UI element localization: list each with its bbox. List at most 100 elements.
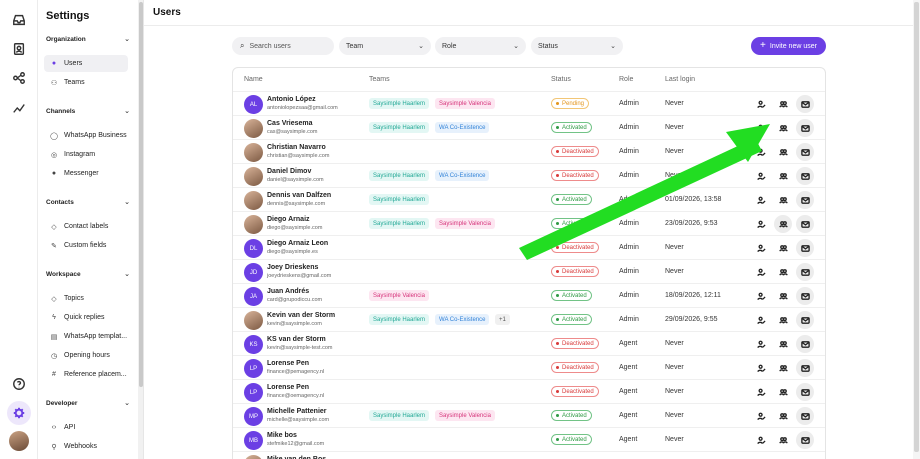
manage-teams-button[interactable] [774, 191, 792, 209]
edit-user-button[interactable] [752, 431, 770, 449]
sidebar-item-opening-hours[interactable]: ◷ Opening hours [44, 347, 128, 364]
sidebar-item-teams[interactable]: ⚇ Teams [44, 74, 128, 91]
table-row[interactable]: LP Lorense Pen finance@oemagency.nl Deactiv… [233, 379, 825, 403]
table-row[interactable]: JA Juan Andrés card@grupodiccu.com Saysimpl… [233, 283, 825, 307]
section-channels[interactable]: Channels ⌄ [46, 107, 130, 116]
edit-user-button[interactable] [752, 119, 770, 137]
email-user-button[interactable] [796, 167, 814, 185]
manage-teams-button[interactable] [774, 431, 792, 449]
help-icon[interactable] [11, 376, 27, 392]
sidebar-item-whatsapp-templates[interactable]: ▤ WhatsApp templat... [44, 328, 128, 345]
manage-teams-button[interactable] [774, 359, 792, 377]
table-row[interactable]: KS KS van der Storm kevin@saysimple-test.c… [233, 331, 825, 355]
role-filter-dropdown[interactable]: Role ⌄ [435, 37, 526, 55]
section-contacts[interactable]: Contacts ⌄ [46, 198, 130, 207]
table-row[interactable]: Daniel Dimov daniel@saysimple.com Saysimpl… [233, 163, 825, 187]
edit-user-button[interactable] [752, 383, 770, 401]
edit-user-button[interactable] [752, 359, 770, 377]
contacts-icon[interactable] [11, 41, 27, 57]
manage-teams-button[interactable] [774, 215, 792, 233]
table-row[interactable]: DL Diego Arnaiz Leon diego@saysimple.es Dea… [233, 235, 825, 259]
table-row[interactable]: Diego Arnaiz diego@saysimple.com Saysimple… [233, 211, 825, 235]
team-filter-dropdown[interactable]: Team ⌄ [339, 37, 431, 55]
manage-teams-button[interactable] [774, 383, 792, 401]
table-row[interactable]: Mike van den Bos [233, 451, 825, 459]
email-user-button[interactable] [796, 407, 814, 425]
edit-user-button[interactable] [752, 143, 770, 161]
invite-user-button[interactable]: + Invite new user [751, 37, 826, 55]
table-row[interactable]: JD Joey Drieskens joeydrieskens@gmail.com D… [233, 259, 825, 283]
section-developer[interactable]: Developer ⌄ [46, 399, 130, 408]
edit-user-button[interactable] [752, 287, 770, 305]
table-row[interactable]: LP Lorense Pen finance@pemagency.nl Deactiv… [233, 355, 825, 379]
manage-teams-button[interactable] [774, 311, 792, 329]
sidebar-item-reference-placeholders[interactable]: # Reference placem... [44, 366, 128, 383]
inbox-icon[interactable] [11, 12, 27, 28]
sidebar-item-quick-replies[interactable]: ϟ Quick replies [44, 309, 128, 326]
column-header-status[interactable]: Status [551, 76, 571, 83]
edit-user-button[interactable] [752, 407, 770, 425]
column-header-role[interactable]: Role [619, 76, 633, 83]
flows-icon[interactable] [11, 70, 27, 86]
email-user-button[interactable] [796, 239, 814, 257]
email-user-button[interactable] [796, 143, 814, 161]
manage-teams-button[interactable] [774, 143, 792, 161]
edit-user-button[interactable] [752, 239, 770, 257]
sidebar-item-whatsapp-business[interactable]: ◯ WhatsApp Business [44, 127, 128, 144]
table-row[interactable]: MP Michelle Pattenier michelle@saysimple.c… [233, 403, 825, 427]
table-row[interactable]: Kevin van der Storm kevin@saysimple.com Sa… [233, 307, 825, 331]
manage-teams-button[interactable] [774, 239, 792, 257]
email-user-button[interactable] [796, 287, 814, 305]
table-row[interactable]: AL Antonio López antoniolopezsaa@gmail.com… [233, 91, 825, 115]
sidebar-item-instagram[interactable]: ◎ Instagram [44, 146, 128, 163]
manage-teams-button[interactable] [774, 263, 792, 281]
sidebar-item-users[interactable]: ● Users [44, 55, 128, 72]
table-row[interactable]: Christian Navarro christian@saysimple.com… [233, 139, 825, 163]
email-user-button[interactable] [796, 191, 814, 209]
manage-teams-button[interactable] [774, 119, 792, 137]
sidebar-item-webhooks[interactable]: ⚲ Webhooks [44, 438, 128, 455]
page-scrollbar[interactable] [913, 0, 920, 459]
edit-user-button[interactable] [752, 311, 770, 329]
email-user-button[interactable] [796, 431, 814, 449]
search-input[interactable] [249, 42, 320, 50]
sidebar-item-custom-fields[interactable]: ✎ Custom fields [44, 237, 128, 254]
manage-teams-button[interactable] [774, 335, 792, 353]
table-row[interactable]: MB Mike bos stefmike12@gmail.com Activated A… [233, 427, 825, 451]
email-user-button[interactable] [796, 383, 814, 401]
scrollbar-thumb[interactable] [139, 2, 143, 387]
sidebar-item-contact-labels[interactable]: ◇ Contact labels [44, 218, 128, 235]
section-workspace[interactable]: Workspace ⌄ [46, 270, 130, 279]
table-row[interactable]: Cas Vriesema cas@saysimple.com Saysimple H… [233, 115, 825, 139]
user-avatar[interactable] [9, 431, 29, 451]
sidebar-item-messenger[interactable]: ● Messenger [44, 165, 128, 182]
sidebar-item-topics[interactable]: ◇ Topics [44, 290, 128, 307]
manage-teams-button[interactable] [774, 407, 792, 425]
email-user-button[interactable] [796, 311, 814, 329]
sidebar-item-api[interactable]: ‹› API [44, 419, 128, 436]
manage-teams-button[interactable] [774, 287, 792, 305]
email-user-button[interactable] [796, 263, 814, 281]
edit-user-button[interactable] [752, 167, 770, 185]
scrollbar-thumb[interactable] [914, 2, 919, 452]
section-organization[interactable]: Organization ⌄ [46, 35, 130, 44]
column-header-name[interactable]: Name [244, 76, 263, 83]
reports-icon[interactable] [11, 100, 27, 116]
table-row[interactable]: Dennis van Dalfzen dennis@saysimple.com Sa… [233, 187, 825, 211]
manage-teams-button[interactable] [774, 95, 792, 113]
edit-user-button[interactable] [752, 335, 770, 353]
edit-user-button[interactable] [752, 263, 770, 281]
manage-teams-button[interactable] [774, 167, 792, 185]
email-user-button[interactable] [796, 95, 814, 113]
edit-user-button[interactable] [752, 191, 770, 209]
column-header-last-login[interactable]: Last login [665, 76, 695, 83]
edit-user-button[interactable] [752, 215, 770, 233]
email-user-button[interactable] [796, 359, 814, 377]
email-user-button[interactable] [796, 335, 814, 353]
settings-gear-icon[interactable] [7, 401, 31, 425]
status-filter-dropdown[interactable]: Status ⌄ [531, 37, 623, 55]
search-box[interactable]: ⌕ [232, 37, 334, 55]
edit-user-button[interactable] [752, 95, 770, 113]
email-user-button[interactable] [796, 119, 814, 137]
email-user-button[interactable] [796, 215, 814, 233]
